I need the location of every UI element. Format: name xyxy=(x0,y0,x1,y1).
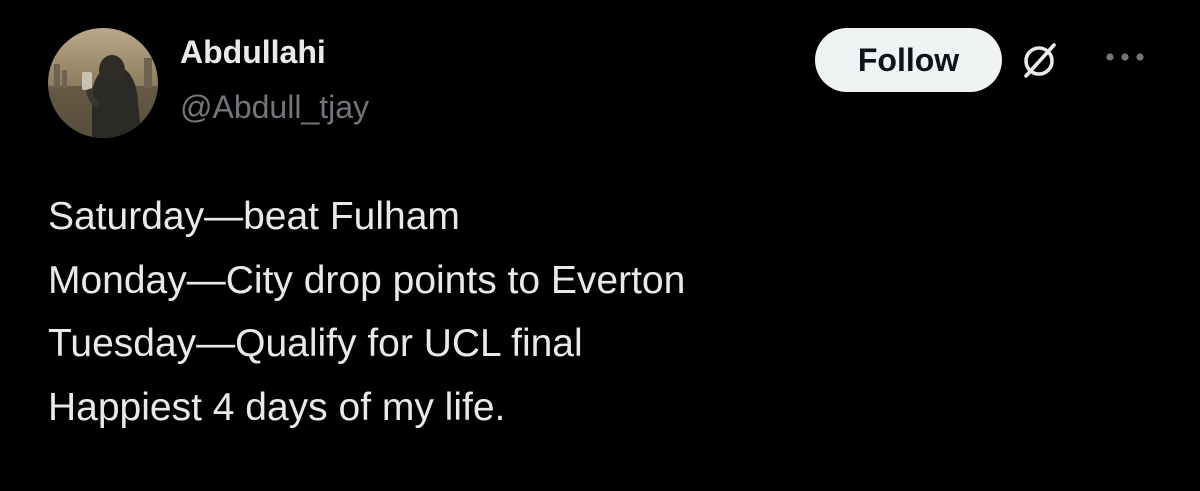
tweet-line: Saturday—beat Fulham xyxy=(48,195,460,238)
tweet-line: Monday—City drop points to Everton xyxy=(48,258,686,302)
tweet-text: Saturday—beat Fulham Monday—City drop po… xyxy=(48,185,1148,439)
more-horizontal-icon xyxy=(1106,53,1144,61)
follow-button[interactable]: Follow xyxy=(815,28,1002,92)
profile-photo-icon xyxy=(48,28,158,138)
author-display-name[interactable]: Abdullahi xyxy=(180,34,326,71)
avatar[interactable] xyxy=(48,28,158,138)
tweet-line: Happiest 4 days of my life. xyxy=(48,385,506,429)
tweet-card: Abdullahi @Abdull_tjay Follow Saturday—b… xyxy=(0,0,1200,491)
grok-slash-circle-icon xyxy=(1024,43,1056,78)
grok-icon[interactable] xyxy=(1018,40,1060,82)
more-icon[interactable] xyxy=(1102,49,1148,65)
author-handle[interactable]: @Abdull_tjay xyxy=(180,89,369,126)
tweet-line: Tuesday—Qualify for UCL final xyxy=(48,322,583,365)
